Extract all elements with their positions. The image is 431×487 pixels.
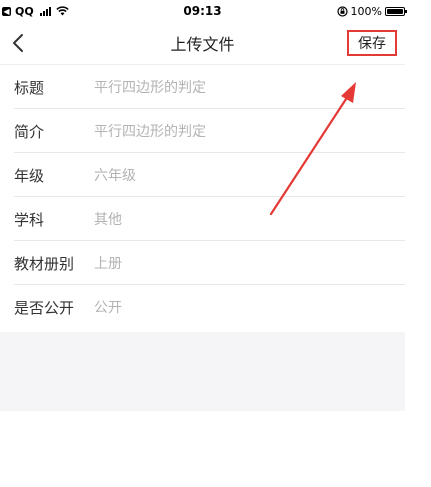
row-label: 年级: [14, 166, 45, 185]
row-value[interactable]: 公开: [94, 297, 122, 317]
row-value[interactable]: 平行四边形的判定: [94, 77, 206, 97]
wifi-icon: [56, 6, 69, 16]
carrier-name: QQ: [15, 4, 34, 18]
page-title: 上传文件: [170, 35, 235, 54]
row-label: 学科: [14, 210, 45, 229]
row-label: 标题: [14, 78, 45, 97]
status-bar: ◀ QQ 09:13 100%: [0, 0, 407, 22]
form-row-textbook-volume[interactable]: 教材册别 上册: [0, 241, 405, 285]
form-row-public[interactable]: 是否公开 公开: [0, 285, 405, 329]
chevron-left-icon: [13, 34, 23, 52]
row-value[interactable]: 上册: [94, 253, 122, 273]
row-label: 教材册别: [14, 254, 75, 273]
battery-icon: [385, 6, 407, 16]
form-row-grade[interactable]: 年级 六年级: [0, 153, 405, 197]
signal-icon: [39, 6, 52, 16]
row-value[interactable]: 平行四边形的判定: [94, 121, 206, 141]
nav-bar: 上传文件 保存: [0, 22, 405, 64]
form-row-subject[interactable]: 学科 其他: [0, 197, 405, 241]
battery-level-fill: [387, 8, 403, 14]
row-label: 简介: [14, 122, 45, 141]
row-label: 是否公开: [14, 298, 75, 317]
upload-file-screen: ◀ QQ 09:13 100% 上传文件 保存 标题 平行四边形的判定 简介 平…: [0, 0, 431, 487]
battery-percent: 100%: [350, 4, 382, 18]
back-button[interactable]: [4, 22, 32, 64]
upload-form-list: 标题 平行四边形的判定 简介 平行四边形的判定 年级 六年级 学科 其他 教材册…: [0, 64, 405, 329]
empty-gray-area: [0, 332, 405, 411]
status-left: ◀ QQ: [0, 5, 69, 18]
form-row-intro[interactable]: 简介 平行四边形的判定: [0, 109, 405, 153]
back-to-app-icon[interactable]: ◀: [2, 6, 11, 16]
save-button[interactable]: 保存: [347, 30, 397, 56]
row-value[interactable]: 其他: [94, 209, 122, 229]
row-value[interactable]: 六年级: [94, 165, 136, 185]
status-right: 100%: [336, 4, 407, 18]
orientation-lock-icon: [336, 5, 348, 17]
form-row-title[interactable]: 标题 平行四边形的判定: [0, 65, 405, 109]
